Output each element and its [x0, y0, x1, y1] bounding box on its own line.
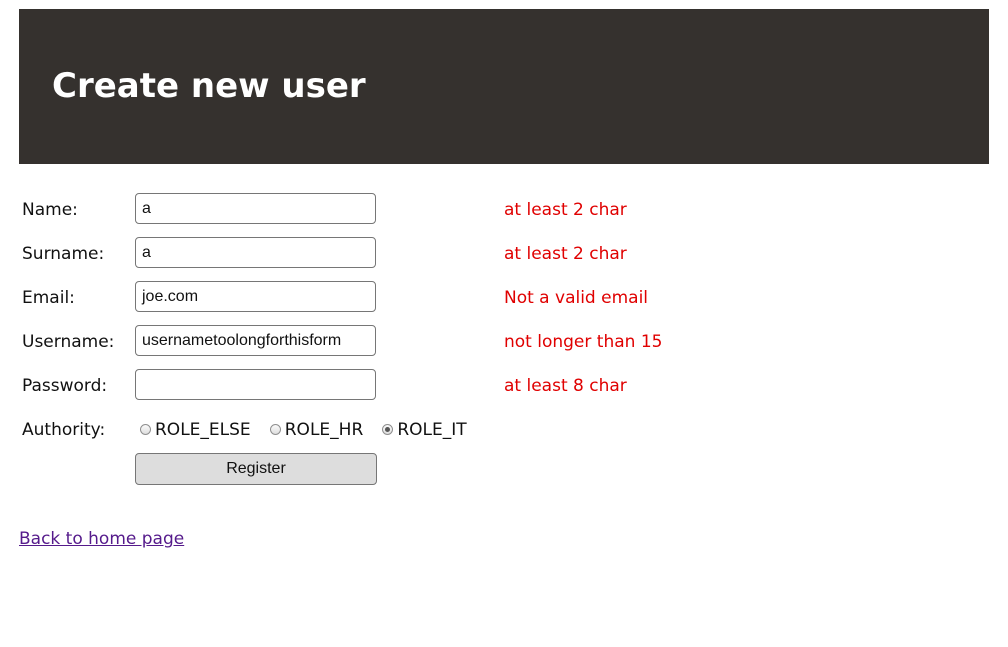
- email-label: Email:: [22, 288, 75, 308]
- email-row: Email: joe.com Not a valid email: [0, 281, 1008, 313]
- email-error: Not a valid email: [504, 288, 649, 308]
- radio-label-role-it[interactable]: ROLE_IT: [397, 420, 466, 440]
- email-input[interactable]: joe.com: [135, 281, 376, 312]
- username-input[interactable]: usernametoolongforthisform: [135, 325, 376, 356]
- username-row: Username: usernametoolongforthisform not…: [0, 325, 1008, 357]
- page-header: Create new user: [19, 9, 989, 164]
- register-button[interactable]: Register: [135, 453, 377, 485]
- surname-label: Surname:: [22, 244, 105, 264]
- authority-row: Authority: ROLE_ELSE ROLE_HR ROLE_IT: [0, 413, 1008, 445]
- name-label: Name:: [22, 200, 78, 220]
- radio-role-else[interactable]: ROLE_ELSE: [140, 420, 251, 440]
- radio-button-role-hr[interactable]: [269, 424, 281, 435]
- name-input[interactable]: a: [135, 193, 376, 224]
- radio-button-role-else[interactable]: [140, 424, 151, 435]
- radio-button-role-it[interactable]: [382, 424, 394, 435]
- password-row: Password: at least 8 char: [0, 369, 1008, 401]
- username-label: Username:: [22, 332, 115, 352]
- username-error: not longer than 15: [504, 332, 663, 352]
- radio-label-role-else[interactable]: ROLE_ELSE: [155, 420, 251, 440]
- password-error: at least 8 char: [504, 376, 627, 396]
- password-label: Password:: [22, 376, 108, 396]
- radio-role-it[interactable]: ROLE_IT: [382, 420, 467, 440]
- name-row: Name: a at least 2 char: [0, 193, 1008, 225]
- page-title: Create new user: [52, 66, 366, 106]
- back-to-home-link[interactable]: Back to home page: [19, 529, 184, 549]
- surname-input[interactable]: a: [135, 237, 376, 268]
- surname-row: Surname: a at least 2 char: [0, 237, 1008, 269]
- radio-role-hr[interactable]: ROLE_HR: [269, 420, 364, 440]
- name-error: at least 2 char: [504, 200, 627, 220]
- surname-error: at least 2 char: [504, 244, 627, 264]
- authority-label: Authority:: [22, 420, 106, 440]
- radio-label-role-hr[interactable]: ROLE_HR: [285, 420, 364, 440]
- password-input[interactable]: [135, 369, 376, 400]
- authority-radio-group: ROLE_ELSE ROLE_HR ROLE_IT: [140, 420, 481, 440]
